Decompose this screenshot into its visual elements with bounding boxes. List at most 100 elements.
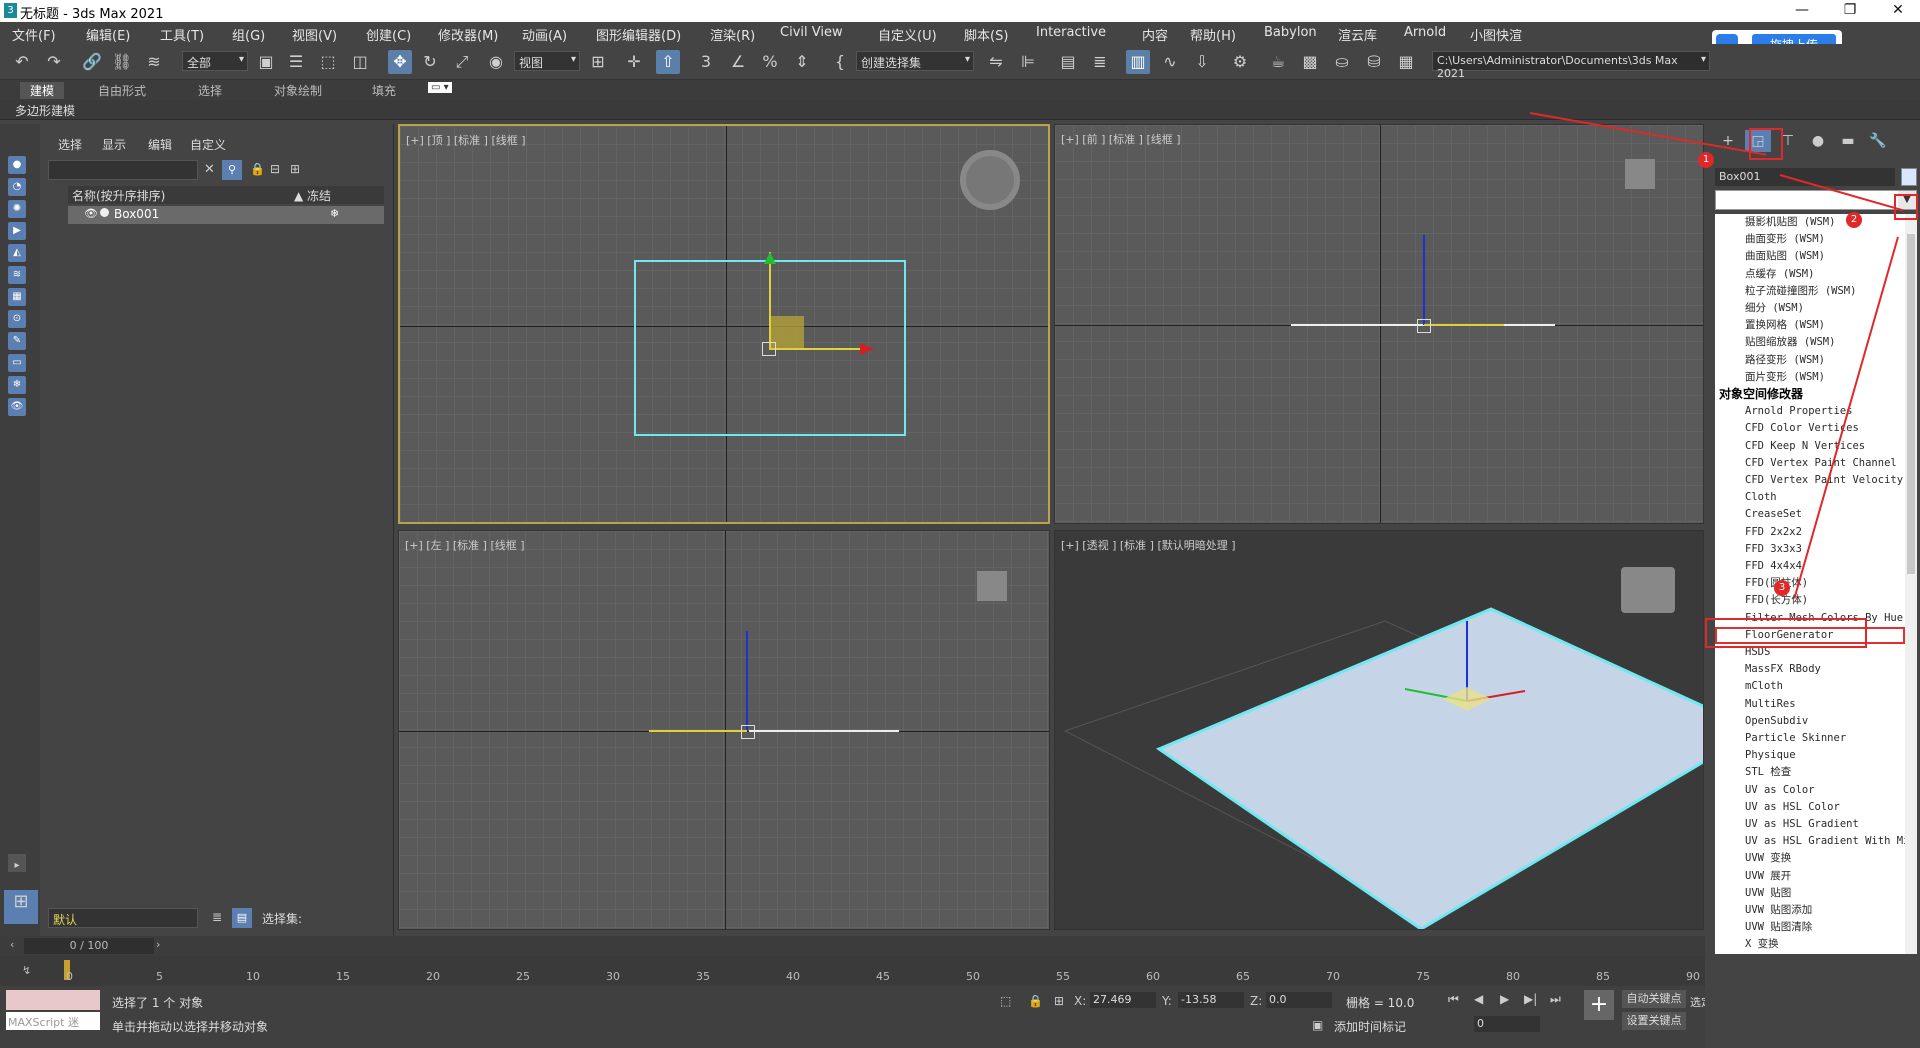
display-shapes-icon[interactable]: ◔ bbox=[8, 178, 26, 196]
ref-coord-dropdown[interactable]: 视图 bbox=[514, 51, 580, 71]
menu-help[interactable]: 帮助(H) bbox=[1190, 25, 1236, 44]
x-coord-field[interactable]: 27.469 bbox=[1090, 992, 1156, 1008]
ribbon-tab-selection[interactable]: 选择 bbox=[198, 82, 222, 99]
modifier-list-item[interactable]: CFD Color Vertices bbox=[1715, 420, 1905, 437]
gizmo-x-axis[interactable] bbox=[769, 348, 865, 350]
modifier-list-item[interactable]: FFD(长方体) bbox=[1715, 592, 1905, 609]
goto-end-icon[interactable]: ⏭ bbox=[1550, 992, 1561, 1007]
rect-select-icon[interactable]: ⬚ bbox=[316, 50, 340, 74]
gizmo-x-axis[interactable] bbox=[1424, 324, 1504, 326]
select-manipulate-icon[interactable]: ✛ bbox=[622, 50, 646, 74]
select-object-icon[interactable]: ▣ bbox=[254, 50, 278, 74]
close-button[interactable]: ✕ bbox=[1876, 0, 1920, 22]
scene-menu-edit[interactable]: 编辑 bbox=[148, 136, 172, 153]
named-selection-dropdown[interactable]: 创建选择集 bbox=[856, 51, 974, 71]
render-icon[interactable]: ⛀ bbox=[1330, 50, 1354, 74]
modifier-list-item[interactable]: 置换网格 (WSM) bbox=[1715, 317, 1905, 334]
ribbon-tab-modeling[interactable]: 建模 bbox=[20, 82, 65, 99]
viewcube-icon[interactable] bbox=[977, 571, 1007, 601]
spinner-snap-icon[interactable]: ⇕ bbox=[790, 50, 814, 74]
percent-snap-icon[interactable]: % bbox=[758, 50, 782, 74]
isolate-icon[interactable]: ⬚ bbox=[1000, 994, 1011, 1008]
scene-menu-select[interactable]: 选择 bbox=[58, 136, 82, 153]
render-cloud-icon[interactable]: ▦ bbox=[1394, 50, 1418, 74]
modifier-list-item[interactable]: Arnold Properties bbox=[1715, 403, 1905, 420]
maxscript-listener[interactable] bbox=[6, 990, 100, 1010]
render-production-icon[interactable]: ⛁ bbox=[1362, 50, 1386, 74]
current-frame-field[interactable]: 0 bbox=[1474, 1016, 1540, 1032]
modifier-list-item[interactable]: MassFX RBody bbox=[1715, 661, 1905, 678]
modifier-list-item[interactable]: Physique bbox=[1715, 747, 1905, 764]
render-frame-icon[interactable]: ▩ bbox=[1298, 50, 1322, 74]
display-tab-icon[interactable]: ▬ bbox=[1835, 130, 1861, 152]
gizmo-y-axis[interactable] bbox=[769, 252, 771, 348]
modifier-list-item[interactable]: 面片变形 (WSM) bbox=[1715, 369, 1905, 386]
modifier-list-item[interactable]: UV as HSL Gradient bbox=[1715, 816, 1905, 833]
curve-editor-icon[interactable]: ∿ bbox=[1158, 50, 1182, 74]
modifier-list-item[interactable]: CFD Vertex Paint Velocity bbox=[1715, 472, 1905, 489]
scrollbar-thumb[interactable] bbox=[1907, 234, 1915, 574]
modifier-list-item[interactable]: 曲面贴图 (WSM) bbox=[1715, 248, 1905, 265]
viewcube-icon[interactable] bbox=[960, 150, 1020, 210]
render-dot-icon[interactable] bbox=[100, 208, 109, 217]
modifier-list-dropdown[interactable]: ▼ bbox=[1715, 190, 1917, 210]
menu-babylon[interactable]: Babylon bbox=[1264, 25, 1317, 40]
modifier-list-item[interactable]: UV as Color bbox=[1715, 782, 1905, 799]
select-by-name-icon[interactable]: ☰ bbox=[284, 50, 308, 74]
menu-content[interactable]: 内容 bbox=[1142, 25, 1168, 44]
polygon-modeling-label[interactable]: 多边形建模 bbox=[15, 102, 75, 119]
minimize-button[interactable]: — bbox=[1780, 0, 1824, 22]
move-icon[interactable]: ✥ bbox=[388, 50, 412, 74]
modifier-list-item[interactable]: UVW 变换 bbox=[1715, 850, 1905, 867]
gizmo-z-axis[interactable] bbox=[746, 631, 748, 731]
modifier-list-item[interactable]: CFD Keep N Vertices bbox=[1715, 438, 1905, 455]
scene-search-input[interactable] bbox=[48, 160, 198, 180]
filter-icon[interactable]: ⚲ bbox=[222, 160, 242, 180]
display-cameras-icon[interactable]: ▶ bbox=[8, 222, 26, 240]
scene-menu-customize[interactable]: 自定义 bbox=[190, 136, 226, 153]
viewport-top-label[interactable]: [+] [顶 ] [标准 ] [线框 ] bbox=[406, 132, 526, 148]
next-frame-icon[interactable]: › bbox=[156, 938, 160, 951]
menu-tools[interactable]: 工具(T) bbox=[160, 25, 204, 44]
selection-lock-icon[interactable]: 🔒 bbox=[1028, 994, 1043, 1008]
selection-sets-icon[interactable]: ▤ bbox=[232, 908, 252, 928]
modifier-list-item[interactable]: 曲面变形 (WSM) bbox=[1715, 231, 1905, 248]
edit-named-sel-icon[interactable]: { bbox=[828, 50, 852, 74]
display-lights-icon[interactable]: ✺ bbox=[8, 200, 26, 218]
y-coord-field[interactable]: -13.58 bbox=[1178, 992, 1244, 1008]
curve-icon[interactable]: ↯ bbox=[22, 964, 31, 977]
modifier-list-item[interactable]: mCloth bbox=[1715, 678, 1905, 695]
object-color-swatch[interactable] bbox=[1901, 168, 1917, 186]
layer-explorer-icon[interactable]: ≣ bbox=[1088, 50, 1112, 74]
modifier-list-item[interactable]: UVW 展开 bbox=[1715, 868, 1905, 885]
viewport-front-label[interactable]: [+] [前 ] [标准 ] [线框 ] bbox=[1061, 131, 1181, 147]
schematic-view-icon[interactable]: ⇩ bbox=[1190, 50, 1214, 74]
modifier-list-item[interactable]: X 变换 bbox=[1715, 936, 1905, 953]
gizmo-x-arrow-icon[interactable] bbox=[860, 343, 874, 355]
maxscript-input[interactable]: MAXScript 迷 bbox=[6, 1012, 100, 1030]
menu-animation[interactable]: 动画(A) bbox=[522, 25, 567, 44]
selection-filter-dropdown[interactable]: 全部 bbox=[182, 51, 248, 71]
box001-edge[interactable] bbox=[749, 730, 899, 732]
viewport-front[interactable]: [+] [前 ] [标准 ] [线框 ] bbox=[1054, 124, 1704, 524]
modifier-list-item[interactable]: 点缓存 (WSM) bbox=[1715, 266, 1905, 283]
set-key-button[interactable]: 设置关键点 bbox=[1622, 1012, 1686, 1030]
menu-group[interactable]: 组(G) bbox=[232, 25, 265, 44]
menu-civil-view[interactable]: Civil View bbox=[780, 25, 843, 40]
menu-file[interactable]: 文件(F) bbox=[12, 25, 56, 44]
viewport-left-label[interactable]: [+] [左 ] [标准 ] [线框 ] bbox=[405, 537, 525, 553]
scene-explorer-icon[interactable]: ▤ bbox=[1056, 50, 1080, 74]
viewport-left[interactable]: [+] [左 ] [标准 ] [线框 ] bbox=[398, 530, 1050, 930]
link-icon[interactable]: 🔗 bbox=[80, 50, 104, 74]
set-key-icon[interactable]: + bbox=[1584, 990, 1614, 1020]
modifier-list-item[interactable]: Cloth bbox=[1715, 489, 1905, 506]
modifier-list-item[interactable]: UVW 贴图 bbox=[1715, 885, 1905, 902]
freeze-icon[interactable]: ❄ bbox=[330, 207, 339, 220]
menu-interactive[interactable]: Interactive bbox=[1036, 25, 1106, 40]
play-icon[interactable]: ▶ bbox=[1500, 992, 1509, 1006]
viewcube-icon[interactable] bbox=[1621, 567, 1675, 613]
display-hidden-icon[interactable]: 👁 bbox=[8, 398, 26, 416]
bind-space-warp-icon[interactable]: ≋ bbox=[142, 50, 166, 74]
frame-counter[interactable]: 0 / 100 bbox=[24, 938, 154, 954]
menu-xuanyun[interactable]: 渲云库 bbox=[1338, 25, 1377, 44]
